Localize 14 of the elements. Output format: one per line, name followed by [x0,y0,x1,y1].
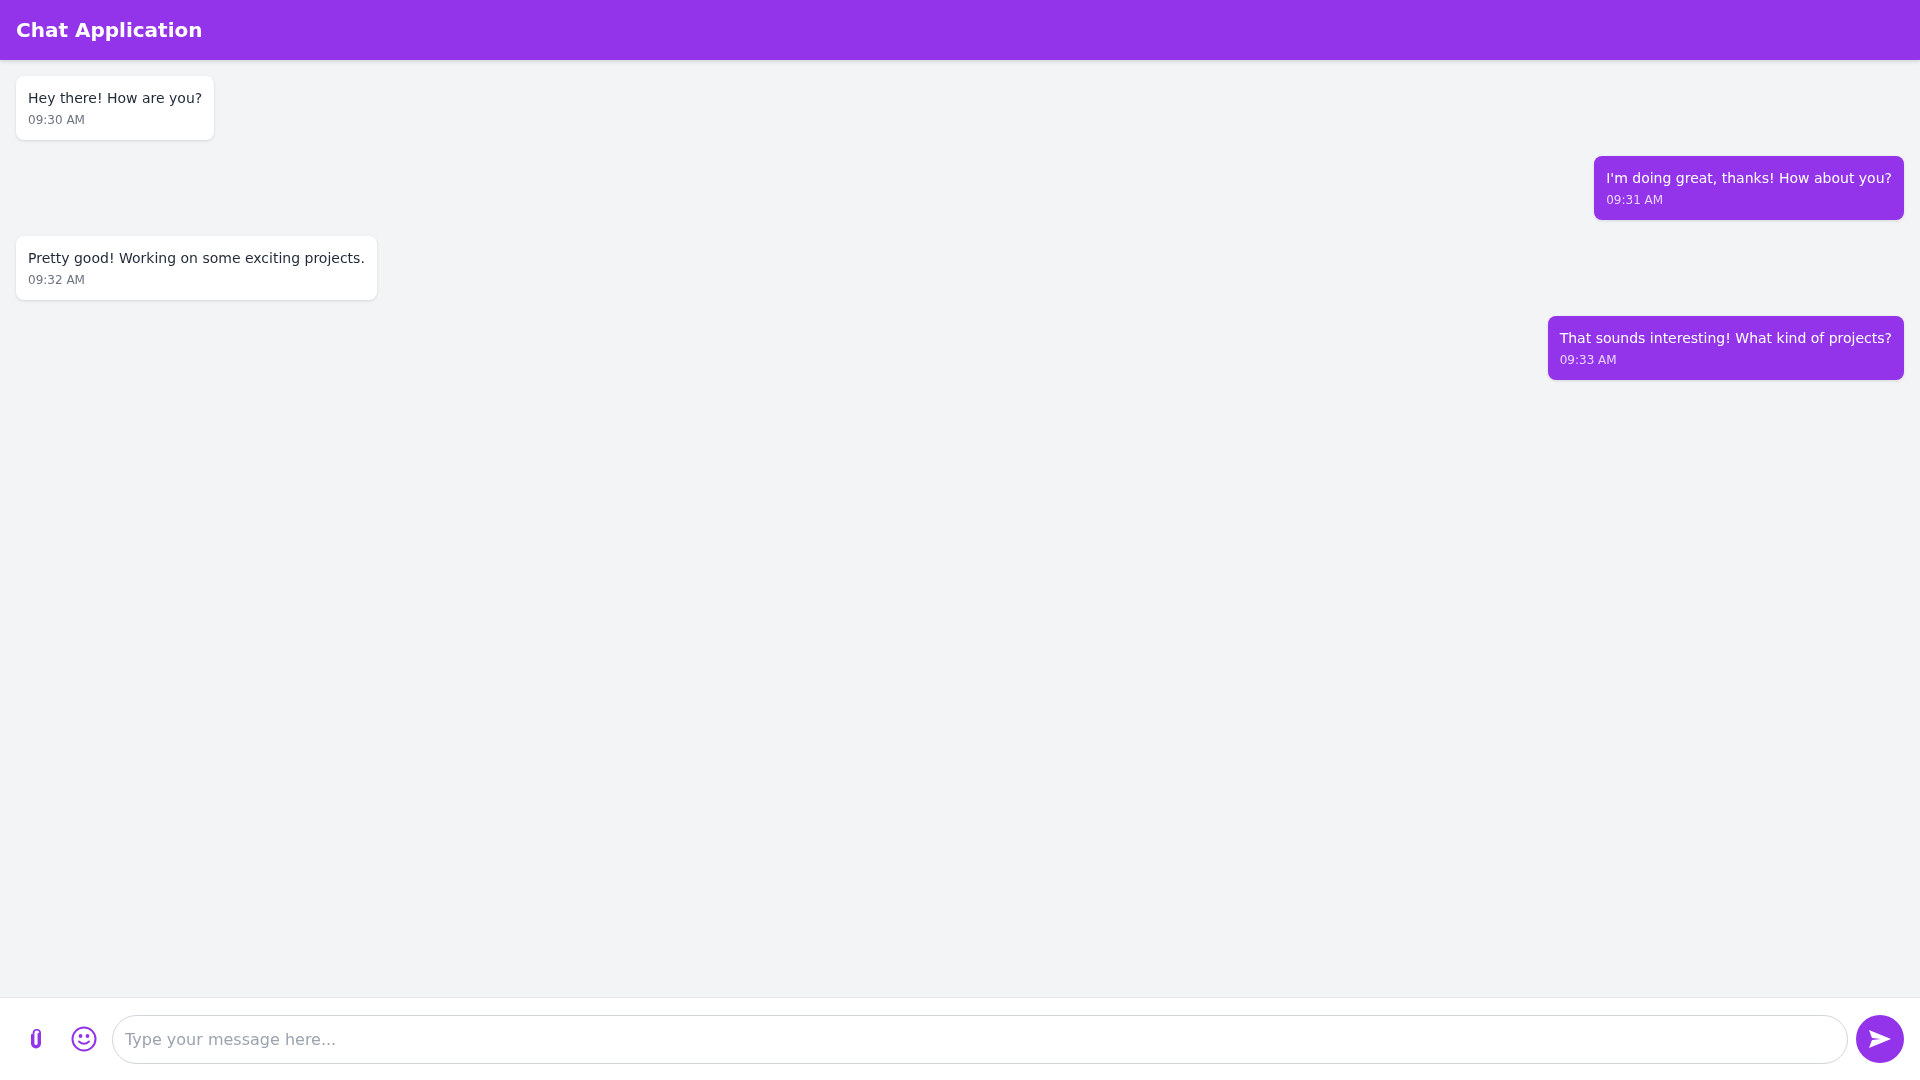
message-text: That sounds interesting! What kind of projects? [1559,329,1892,348]
app-title: Chat Application [16,18,203,42]
message-time: 09:30 AM [28,112,86,128]
message-time: 09:32 AM [28,272,86,288]
paperclip-icon [30,1029,42,1049]
message-time: 09:33 AM [1559,352,1618,368]
send-button[interactable] [1856,1015,1904,1063]
smiley-icon [71,1026,97,1052]
message-text: Pretty good! Working on some exciting projects. [28,249,365,268]
message-text: I'm doing great, thanks! How about you? [1606,169,1892,188]
message-time: 09:31 AM [1606,192,1665,208]
send-icon [1869,1030,1891,1048]
message-input[interactable]: Type your message here... [112,1014,1848,1064]
message-text: Hey there! How are you? [28,89,203,108]
